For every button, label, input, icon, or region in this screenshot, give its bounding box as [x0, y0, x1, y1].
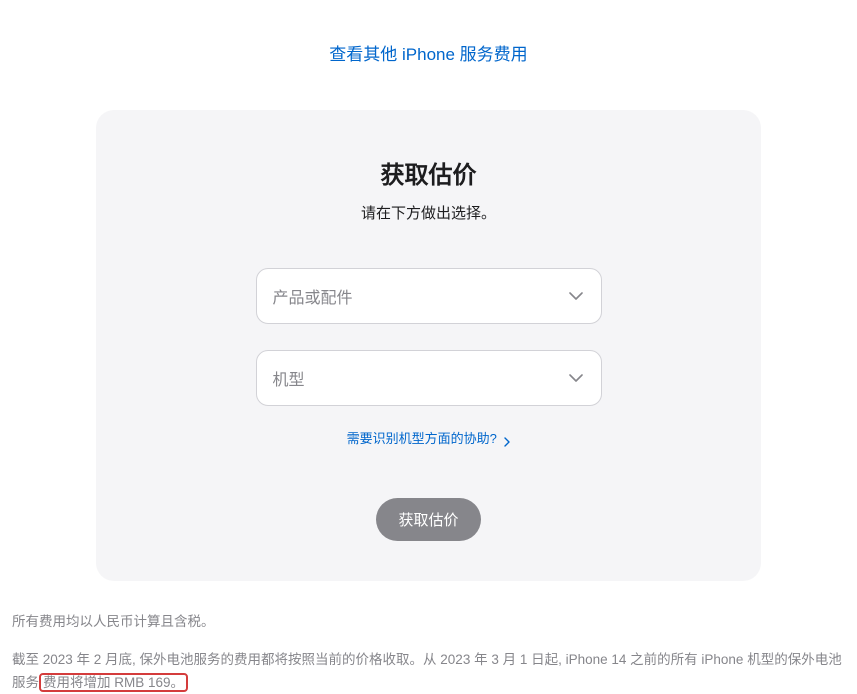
disclaimer-highlight: 费用将增加 RMB 169。: [39, 673, 188, 692]
chevron-right-icon: [504, 435, 510, 445]
product-select[interactable]: 产品或配件: [256, 268, 602, 324]
help-link-label: 需要识别机型方面的协助?: [347, 431, 497, 446]
product-select-wrapper: 产品或配件: [256, 268, 602, 324]
top-link-container: 查看其他 iPhone 服务费用: [0, 0, 857, 85]
chevron-down-icon: [569, 374, 583, 382]
model-select-wrapper: 机型: [256, 350, 602, 406]
help-link-container: 需要识别机型方面的协助?: [136, 428, 721, 448]
card-title: 获取估价: [136, 155, 721, 190]
card-subtitle: 请在下方做出选择。: [136, 202, 721, 223]
model-select-placeholder: 机型: [273, 366, 305, 390]
identify-model-help-link[interactable]: 需要识别机型方面的协助?: [347, 431, 511, 446]
get-estimate-button[interactable]: 获取估价: [376, 498, 480, 541]
disclaimer-section: 所有费用均以人民币计算且含税。 截至 2023 年 2 月底, 保外电池服务的费…: [0, 581, 857, 694]
disclaimer-line-2: 截至 2023 年 2 月底, 保外电池服务的费用都将按照当前的价格收取。从 2…: [12, 649, 845, 694]
disclaimer-line-1: 所有费用均以人民币计算且含税。: [12, 611, 845, 633]
product-select-placeholder: 产品或配件: [273, 284, 353, 308]
view-other-services-link[interactable]: 查看其他 iPhone 服务费用: [329, 45, 527, 64]
chevron-down-icon: [569, 292, 583, 300]
model-select[interactable]: 机型: [256, 350, 602, 406]
estimate-card: 获取估价 请在下方做出选择。 产品或配件 机型 需要识别机型方面的协助? 获取估…: [96, 110, 761, 581]
